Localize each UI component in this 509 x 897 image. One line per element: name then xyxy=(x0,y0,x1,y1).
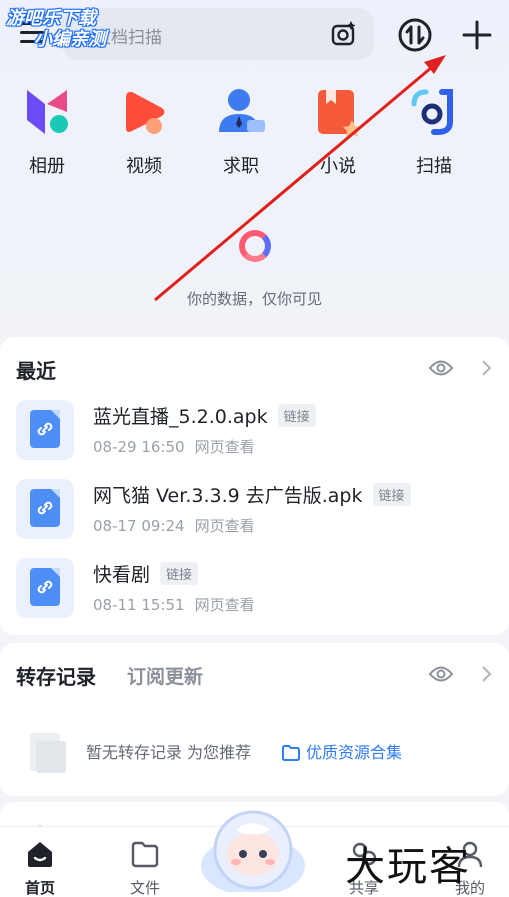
file-name: 网飞猫 Ver.3.3.9 去广告版.apk 链接 xyxy=(93,481,411,508)
privacy-text: 你的数据，仅你可见 xyxy=(186,290,322,308)
mascot-astronaut-icon[interactable] xyxy=(198,806,308,892)
link-file-icon xyxy=(16,400,74,460)
transfer-title: 转存记录 xyxy=(16,665,96,689)
tab-subscribe-updates[interactable]: 订阅更新 xyxy=(127,662,203,689)
tab-files[interactable]: 文件 xyxy=(105,839,185,897)
home-icon xyxy=(28,842,52,867)
novel-book-icon xyxy=(318,90,361,137)
file-meta: 08-29 16:50 网页查看 xyxy=(93,438,255,456)
scan-icon xyxy=(411,89,453,135)
empty-text: 暂无转存记录 为您推荐 xyxy=(86,743,252,762)
folder-icon xyxy=(282,745,300,761)
file-meta: 08-11 15:51 网页查看 xyxy=(93,596,255,614)
list-item[interactable]: 蓝光直播_5.2.0.apk 链接 08-29 16:50 网页查看 xyxy=(0,400,509,470)
job-person-icon xyxy=(219,89,265,132)
app-job[interactable]: 求职 xyxy=(203,86,279,178)
app-novel[interactable]: 小说 xyxy=(300,86,376,178)
link-tag: 链接 xyxy=(160,562,199,585)
plus-icon[interactable] xyxy=(460,18,494,52)
watermark-bottom-right: 大玩客 xyxy=(345,844,471,890)
privacy-ring-icon xyxy=(239,230,271,262)
resource-collection-link[interactable]: 优质资源合集 xyxy=(282,739,402,763)
watermark-top-left: 游吧乐下载 小编亲测 xyxy=(6,8,106,50)
recent-card: 最近 蓝光直播_5.2.0.apk 链接 08-29 16:50 网页查看 网飞猫 … xyxy=(0,337,509,635)
app-album[interactable]: 相册 xyxy=(9,86,85,178)
link-tag: 链接 xyxy=(372,483,411,506)
album-icon xyxy=(27,90,68,134)
video-play-icon xyxy=(126,92,165,134)
eye-icon[interactable] xyxy=(429,665,453,683)
camera-sparkle-icon[interactable] xyxy=(330,20,358,48)
file-name: 快看剧 链接 xyxy=(93,560,199,587)
file-name: 蓝光直播_5.2.0.apk 链接 xyxy=(93,402,316,429)
link-file-icon xyxy=(16,479,74,539)
folder-icon xyxy=(131,841,159,868)
app-scan[interactable]: 扫描 xyxy=(396,86,472,178)
file-meta: 08-17 09:24 网页查看 xyxy=(93,517,255,535)
transfer-card: 转存记录 订阅更新 暂无转存记录 为您推荐 优质资源合集 xyxy=(0,643,509,796)
list-item[interactable]: 网飞猫 Ver.3.3.9 去广告版.apk 链接 08-17 09:24 网页查看 xyxy=(0,479,509,549)
link-file-icon xyxy=(16,558,74,618)
chevron-right-icon[interactable] xyxy=(479,665,493,683)
chevron-right-icon[interactable] xyxy=(479,359,493,377)
list-item[interactable]: 快看剧 链接 08-11 15:51 网页查看 xyxy=(0,558,509,628)
quick-apps: 相册 视频 求职 小说 扫描 xyxy=(0,86,509,178)
recent-title: 最近 xyxy=(16,359,56,383)
link-tag: 链接 xyxy=(277,404,316,427)
app-video[interactable]: 视频 xyxy=(106,86,182,178)
tab-home[interactable]: 首页 xyxy=(0,839,80,897)
eye-icon[interactable] xyxy=(429,359,453,377)
sync-transfer-icon[interactable] xyxy=(398,18,432,52)
empty-box-icon xyxy=(30,733,66,773)
